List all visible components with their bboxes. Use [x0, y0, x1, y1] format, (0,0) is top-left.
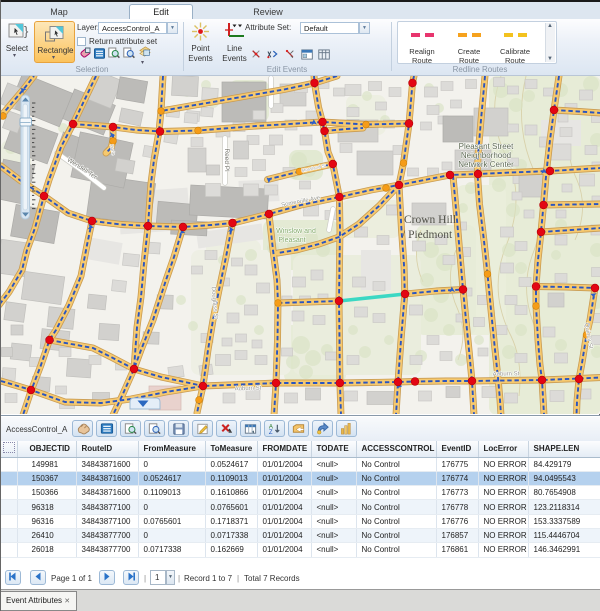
svg-text:Z: Z	[269, 429, 273, 436]
svg-text:Crown Hill: Crown Hill	[404, 214, 456, 226]
svg-text:Winslow and: Winslow and	[276, 228, 316, 235]
svg-text:Neighborhood: Neighborhood	[461, 151, 511, 160]
svg-text:Network Center: Network Center	[458, 160, 514, 169]
svg-text:Auburn St: Auburn St	[493, 371, 520, 377]
svg-text:Pleasant: Pleasant	[278, 237, 305, 244]
svg-text:Auburn St: Auburn St	[235, 386, 262, 393]
svg-text:Pleasant Street: Pleasant Street	[459, 142, 514, 151]
svg-text:/ Piedmont: / Piedmont	[402, 229, 453, 241]
svg-text:Reed Pl: Reed Pl	[223, 148, 230, 172]
svg-text:}: }	[24, 24, 29, 39]
